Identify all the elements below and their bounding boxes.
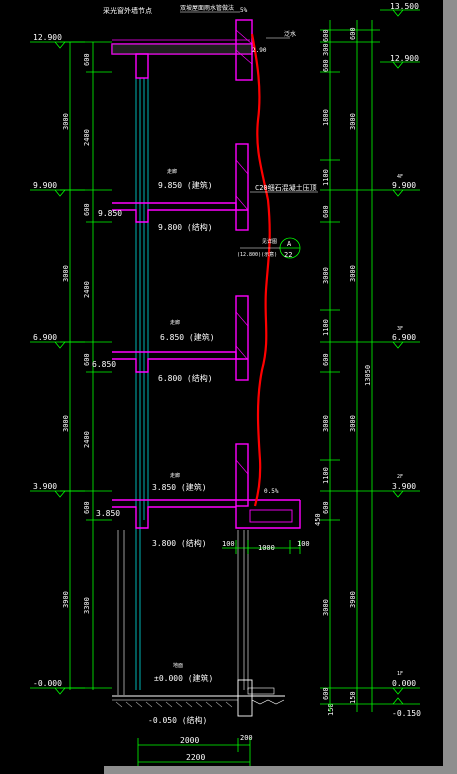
bottom-level: -0.050 (结构) [148, 715, 207, 725]
left-dim-600-c: 600 [83, 353, 91, 366]
left-dim-600-d: 600 [83, 501, 91, 514]
tag-floor-2: 走廊 [170, 472, 180, 479]
viewport-frame-right [443, 0, 457, 774]
right-dim-mid-6: 150 [349, 691, 357, 704]
right-level-2: 12.900 [390, 54, 419, 63]
right-dim-inner-11: 1100 [322, 467, 330, 484]
right-level-1: 13.500 [390, 2, 419, 11]
ledge-dim-100-b: 100 [297, 540, 310, 548]
left-dim-3000-b: 3000 [62, 265, 70, 282]
slab-label-6800-bot: 6.800 (结构) [158, 373, 213, 383]
slab-label-3850-top: 3.850 (建筑) [152, 482, 207, 492]
right-level-5: 3.900 [392, 482, 416, 491]
right-dim-inner-10: 3000 [322, 415, 330, 432]
right-level-6: 0.000 [392, 679, 416, 688]
left-dim-3900: 3900 [62, 591, 70, 608]
tag-ground: 地面 [173, 662, 183, 669]
left-level-5: -0.000 [33, 679, 62, 688]
right-dim-inner-6: 600 [322, 205, 330, 218]
viewport-frame-bottom [104, 766, 457, 774]
right-level-3: 9.900 [392, 181, 416, 190]
floor-tag-1f: 1F [397, 671, 403, 677]
left-dim-600-a: 600 [83, 53, 91, 66]
right-level-4: 6.900 [392, 333, 416, 342]
top-note: 双坡屋面雨水管做法 [180, 4, 234, 12]
slab-label-ground: ±0.000 (建筑) [154, 673, 213, 683]
slab-side-3850: 3.850 [96, 509, 120, 518]
mid-slope: 0.5% [264, 488, 279, 495]
callout-number: 22 [284, 251, 292, 259]
right-total-dim: 13050 [364, 365, 372, 386]
roof-top-label: 2.90 [252, 47, 267, 54]
right-dim-mid-2: 3000 [349, 113, 357, 130]
floor-tag-2f: 2F [397, 474, 403, 480]
gutter-label: 泛水 [284, 30, 296, 38]
tag-floor-3: 走廊 [170, 319, 180, 326]
floor-tag-3f: 3F [397, 326, 403, 332]
right-dim-mid-5: 3900 [349, 591, 357, 608]
left-dim-3000-a: 3000 [62, 113, 70, 130]
left-dim-2400-b: 2400 [83, 281, 91, 298]
right-dim-inner-1: 300 [322, 43, 330, 56]
vert-dim-150: 150 [327, 703, 335, 716]
cad-section-drawing: 12.900 9.900 6.900 3.900 -0.000 3000 300… [0, 0, 457, 774]
slab-label-6850-top: 6.850 (建筑) [160, 332, 215, 342]
left-dim-2400-a: 2400 [83, 129, 91, 146]
slab-label-3800-bot: 3.800 (结构) [152, 538, 207, 548]
left-dim-2400-c: 2400 [83, 431, 91, 448]
left-dim-3300: 3300 [83, 597, 91, 614]
beam-label: C20细石混凝土压顶 [255, 183, 317, 192]
callout-note: 见详图 [262, 238, 277, 245]
floor-tag-4f: 4F [397, 174, 403, 180]
slab-label-9850-top: 9.850 (建筑) [158, 180, 213, 190]
right-dim-inner-7: 3000 [322, 267, 330, 284]
ledge-dim-1000: 1000 [258, 544, 275, 552]
right-dim-mid-1: 600 [349, 27, 357, 40]
right-dim-inner-3: 600 [322, 59, 330, 72]
small-note: (12.800)(示意) [237, 251, 277, 258]
bottom-dim-2000: 2000 [180, 736, 199, 745]
left-dim-600-b: 600 [83, 203, 91, 216]
header-note: 采光窗外墙节点 [103, 6, 152, 15]
tag-floor-4: 走廊 [167, 168, 177, 175]
ledge-dim-100-a: 100 [222, 540, 235, 548]
right-dim-inner-4: 1800 [322, 109, 330, 126]
right-dim-inner-8: 1100 [322, 319, 330, 336]
slab-label-9800-bot: 9.800 (结构) [158, 222, 213, 232]
slab-side-9850: 9.850 [98, 209, 122, 218]
right-dim-inner-12: 600 [322, 501, 330, 514]
right-dim-mid-4: 3000 [349, 415, 357, 432]
right-dim-inner-13: 3000 [322, 599, 330, 616]
bottom-dim-200: 200 [240, 734, 253, 742]
slab-side-6850: 6.850 [92, 360, 116, 369]
right-level-7: -0.150 [392, 709, 421, 718]
right-dim-mid-3: 3000 [349, 265, 357, 282]
left-level-3: 6.900 [33, 333, 57, 342]
left-dim-3000-c: 3000 [62, 415, 70, 432]
right-dim-inner-5: 1100 [322, 169, 330, 186]
right-dim-inner-2: 600 [322, 29, 330, 42]
right-dim-inner-9: 600 [322, 353, 330, 366]
left-level-4: 3.900 [33, 482, 57, 491]
top-slope: 5% [240, 7, 248, 14]
right-dim-inner-14: 600 [322, 687, 330, 700]
bottom-dim-2200: 2200 [186, 753, 205, 762]
left-level-1: 12.900 [33, 33, 62, 42]
left-level-2: 9.900 [33, 181, 57, 190]
